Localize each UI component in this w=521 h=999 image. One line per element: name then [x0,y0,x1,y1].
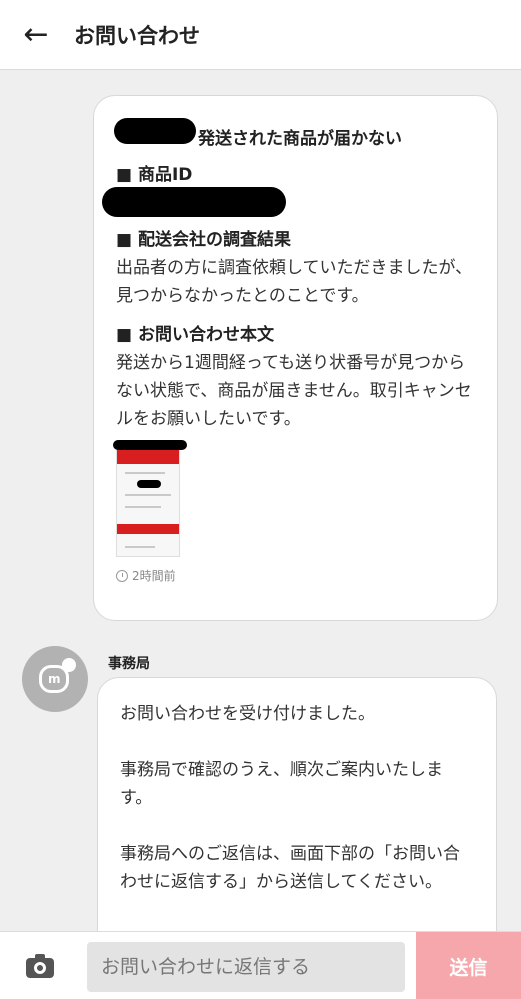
sender-name: 事務局 [108,656,150,672]
reply-input[interactable] [87,942,405,992]
thumbnail-line [125,472,165,474]
thumbnail-header-bar [117,450,179,464]
thumbnail-red-bar [117,524,179,534]
inquiry-message-bubble: 発送された商品が届かない ■ 商品ID ■ 配送会社の調査結果 出品者の方に調査… [93,95,498,621]
product-id-value [102,185,475,219]
inquiry-subject-line: 発送された商品が届かない [114,114,475,154]
office-paragraph: 事務局へのご返信は、画面下部の「お問い合わせに返信する」から送信してください。 [120,844,460,892]
send-button[interactable]: 送信 [416,932,521,999]
thumbnail-line [125,494,171,496]
inquiry-subject: 発送された商品が届かない [198,129,402,149]
inquiry-body-text: 発送から1週間経っても送り状番号が見つからない状態で、商品が届きません。取引キャ… [116,353,472,429]
camera-lens [34,962,46,974]
attached-screenshot-thumbnail[interactable] [113,440,187,557]
camera-icon[interactable] [26,954,54,978]
office-avatar: m [22,646,88,712]
message-timestamp: 2時間前 [116,567,475,584]
chat-thread[interactable]: 発送された商品が届かない ■ 商品ID ■ 配送会社の調査結果 出品者の方に調査… [0,71,521,931]
office-reply-bubble: お問い合わせを受け付けました。 事務局で確認のうえ、順次ご案内いたします。 事務… [97,677,497,931]
app-header: ← お問い合わせ [0,0,521,70]
page-title: お問い合わせ [74,23,200,48]
investigation-heading: ■ 配送会社の調査結果 [116,230,291,250]
avatar-letter: m [48,672,61,686]
redaction-mark [114,118,196,144]
thumbnail-line [125,546,155,548]
redaction-mark [113,440,187,450]
mercari-logo-icon: m [39,658,76,693]
arrow-left-icon: ← [23,16,49,52]
office-paragraph: お問い合わせを受け付けました。 [120,704,375,724]
thumbnail-line [125,506,161,508]
inquiry-body-heading: ■ お問い合わせ本文 [116,325,274,345]
redaction-mark [102,187,286,217]
reply-footer: 送信 [0,931,521,999]
investigation-body: 出品者の方に調査依頼していただきましたが、見つからなかったとのことです。 [116,258,473,306]
redaction-mark [137,480,161,488]
clock-icon [116,569,128,582]
timestamp-text: 2時間前 [132,569,176,583]
back-button[interactable]: ← [18,17,54,53]
product-id-heading: ■ 商品ID [116,165,193,185]
office-paragraph: 事務局で確認のうえ、順次ご案内いたします。 [120,760,443,808]
